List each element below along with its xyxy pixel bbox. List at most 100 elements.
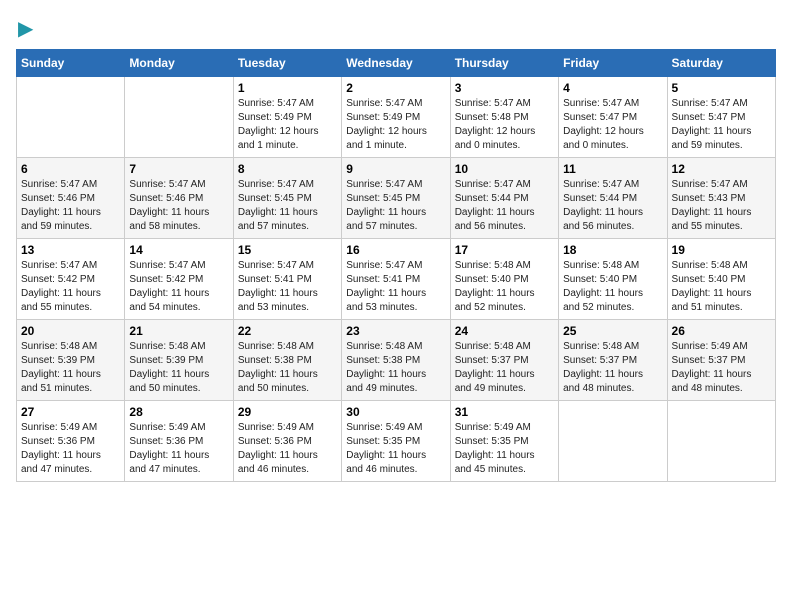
day-info: Sunrise: 5:48 AM Sunset: 5:40 PM Dayligh… xyxy=(672,259,771,315)
page-header: ▶ xyxy=(16,16,776,37)
day-info: Sunrise: 5:47 AM Sunset: 5:47 PM Dayligh… xyxy=(672,97,771,153)
day-number: 26 xyxy=(672,324,771,338)
day-number: 10 xyxy=(455,162,554,176)
day-info: Sunrise: 5:49 AM Sunset: 5:36 PM Dayligh… xyxy=(21,421,120,477)
calendar-cell: 9 Sunrise: 5:47 AM Sunset: 5:45 PM Daylig… xyxy=(342,158,450,239)
day-info: Sunrise: 5:47 AM Sunset: 5:41 PM Dayligh… xyxy=(238,259,337,315)
calendar-cell xyxy=(559,401,667,482)
calendar-table: SundayMondayTuesdayWednesdayThursdayFrid… xyxy=(16,49,776,482)
calendar-cell xyxy=(667,401,775,482)
day-number: 17 xyxy=(455,243,554,257)
week-row-2: 13 Sunrise: 5:47 AM Sunset: 5:42 PM Dayli… xyxy=(17,239,776,320)
day-info: Sunrise: 5:49 AM Sunset: 5:35 PM Dayligh… xyxy=(346,421,445,477)
calendar-cell: 22 Sunrise: 5:48 AM Sunset: 5:38 PM Dayli… xyxy=(233,320,341,401)
day-number: 3 xyxy=(455,81,554,95)
calendar-cell: 10Sunrise: 5:47 AM Sunset: 5:44 PM Dayli… xyxy=(450,158,558,239)
day-info: Sunrise: 5:48 AM Sunset: 5:39 PM Dayligh… xyxy=(21,340,120,396)
day-number: 23 xyxy=(346,324,445,338)
calendar-cell: 16 Sunrise: 5:47 AM Sunset: 5:41 PM Dayli… xyxy=(342,239,450,320)
day-info: Sunrise: 5:49 AM Sunset: 5:36 PM Dayligh… xyxy=(129,421,228,477)
calendar-body: 1Sunrise: 5:47 AM Sunset: 5:49 PM Daylig… xyxy=(17,77,776,482)
calendar-cell: 4 Sunrise: 5:47 AM Sunset: 5:47 PM Daylig… xyxy=(559,77,667,158)
calendar-cell: 15 Sunrise: 5:47 AM Sunset: 5:41 PM Dayli… xyxy=(233,239,341,320)
calendar-cell: 29 Sunrise: 5:49 AM Sunset: 5:36 PM Dayli… xyxy=(233,401,341,482)
day-number: 27 xyxy=(21,405,120,419)
day-number: 30 xyxy=(346,405,445,419)
calendar-cell xyxy=(17,77,125,158)
calendar-cell: 13 Sunrise: 5:47 AM Sunset: 5:42 PM Dayli… xyxy=(17,239,125,320)
day-number: 19 xyxy=(672,243,771,257)
day-number: 22 xyxy=(238,324,337,338)
calendar-cell: 24Sunrise: 5:48 AM Sunset: 5:37 PM Dayli… xyxy=(450,320,558,401)
day-info: Sunrise: 5:47 AM Sunset: 5:45 PM Dayligh… xyxy=(346,178,445,234)
calendar-cell xyxy=(125,77,233,158)
week-row-1: 6 Sunrise: 5:47 AM Sunset: 5:46 PM Daylig… xyxy=(17,158,776,239)
day-number: 15 xyxy=(238,243,337,257)
calendar-cell: 23 Sunrise: 5:48 AM Sunset: 5:38 PM Dayli… xyxy=(342,320,450,401)
day-number: 18 xyxy=(563,243,662,257)
day-header-tuesday: Tuesday xyxy=(233,50,341,77)
day-number: 4 xyxy=(563,81,662,95)
day-number: 14 xyxy=(129,243,228,257)
day-info: Sunrise: 5:48 AM Sunset: 5:40 PM Dayligh… xyxy=(455,259,554,315)
day-info: Sunrise: 5:49 AM Sunset: 5:36 PM Dayligh… xyxy=(238,421,337,477)
day-info: Sunrise: 5:47 AM Sunset: 5:42 PM Dayligh… xyxy=(129,259,228,315)
calendar-cell: 21 Sunrise: 5:48 AM Sunset: 5:39 PM Dayli… xyxy=(125,320,233,401)
day-number: 5 xyxy=(672,81,771,95)
day-number: 9 xyxy=(346,162,445,176)
week-row-3: 20 Sunrise: 5:48 AM Sunset: 5:39 PM Dayli… xyxy=(17,320,776,401)
day-info: Sunrise: 5:48 AM Sunset: 5:39 PM Dayligh… xyxy=(129,340,228,396)
day-number: 8 xyxy=(238,162,337,176)
day-number: 16 xyxy=(346,243,445,257)
day-info: Sunrise: 5:47 AM Sunset: 5:41 PM Dayligh… xyxy=(346,259,445,315)
day-info: Sunrise: 5:47 AM Sunset: 5:49 PM Dayligh… xyxy=(346,97,445,153)
day-header-saturday: Saturday xyxy=(667,50,775,77)
day-number: 29 xyxy=(238,405,337,419)
calendar-cell: 2Sunrise: 5:47 AM Sunset: 5:49 PM Daylig… xyxy=(342,77,450,158)
calendar-cell: 28 Sunrise: 5:49 AM Sunset: 5:36 PM Dayli… xyxy=(125,401,233,482)
calendar-cell: 17 Sunrise: 5:48 AM Sunset: 5:40 PM Dayli… xyxy=(450,239,558,320)
calendar-cell: 27 Sunrise: 5:49 AM Sunset: 5:36 PM Dayli… xyxy=(17,401,125,482)
day-info: Sunrise: 5:48 AM Sunset: 5:38 PM Dayligh… xyxy=(238,340,337,396)
calendar-cell: 30 Sunrise: 5:49 AM Sunset: 5:35 PM Dayli… xyxy=(342,401,450,482)
week-row-4: 27 Sunrise: 5:49 AM Sunset: 5:36 PM Dayli… xyxy=(17,401,776,482)
calendar-cell: 11 Sunrise: 5:47 AM Sunset: 5:44 PM Dayli… xyxy=(559,158,667,239)
day-number: 12 xyxy=(672,162,771,176)
calendar-header-row: SundayMondayTuesdayWednesdayThursdayFrid… xyxy=(17,50,776,77)
day-header-wednesday: Wednesday xyxy=(342,50,450,77)
calendar-cell: 25 Sunrise: 5:48 AM Sunset: 5:37 PM Dayli… xyxy=(559,320,667,401)
calendar-cell: 8 Sunrise: 5:47 AM Sunset: 5:45 PM Daylig… xyxy=(233,158,341,239)
calendar-cell: 1Sunrise: 5:47 AM Sunset: 5:49 PM Daylig… xyxy=(233,77,341,158)
day-info: Sunrise: 5:47 AM Sunset: 5:45 PM Dayligh… xyxy=(238,178,337,234)
day-info: Sunrise: 5:48 AM Sunset: 5:37 PM Dayligh… xyxy=(563,340,662,396)
day-header-monday: Monday xyxy=(125,50,233,77)
day-number: 13 xyxy=(21,243,120,257)
logo: ▶ xyxy=(16,16,33,37)
day-number: 24 xyxy=(455,324,554,338)
calendar-cell: 31Sunrise: 5:49 AM Sunset: 5:35 PM Dayli… xyxy=(450,401,558,482)
day-info: Sunrise: 5:47 AM Sunset: 5:43 PM Dayligh… xyxy=(672,178,771,234)
day-info: Sunrise: 5:47 AM Sunset: 5:42 PM Dayligh… xyxy=(21,259,120,315)
day-info: Sunrise: 5:48 AM Sunset: 5:38 PM Dayligh… xyxy=(346,340,445,396)
calendar-cell: 7 Sunrise: 5:47 AM Sunset: 5:46 PM Daylig… xyxy=(125,158,233,239)
calendar-cell: 3 Sunrise: 5:47 AM Sunset: 5:48 PM Daylig… xyxy=(450,77,558,158)
day-info: Sunrise: 5:47 AM Sunset: 5:47 PM Dayligh… xyxy=(563,97,662,153)
day-info: Sunrise: 5:47 AM Sunset: 5:46 PM Dayligh… xyxy=(129,178,228,234)
day-header-sunday: Sunday xyxy=(17,50,125,77)
calendar-cell: 26 Sunrise: 5:49 AM Sunset: 5:37 PM Dayli… xyxy=(667,320,775,401)
day-info: Sunrise: 5:47 AM Sunset: 5:48 PM Dayligh… xyxy=(455,97,554,153)
day-info: Sunrise: 5:47 AM Sunset: 5:44 PM Dayligh… xyxy=(563,178,662,234)
day-number: 25 xyxy=(563,324,662,338)
day-header-thursday: Thursday xyxy=(450,50,558,77)
calendar-cell: 12 Sunrise: 5:47 AM Sunset: 5:43 PM Dayli… xyxy=(667,158,775,239)
calendar-cell: 19 Sunrise: 5:48 AM Sunset: 5:40 PM Dayli… xyxy=(667,239,775,320)
day-info: Sunrise: 5:47 AM Sunset: 5:49 PM Dayligh… xyxy=(238,97,337,153)
day-number: 7 xyxy=(129,162,228,176)
day-number: 20 xyxy=(21,324,120,338)
day-info: Sunrise: 5:48 AM Sunset: 5:40 PM Dayligh… xyxy=(563,259,662,315)
day-number: 28 xyxy=(129,405,228,419)
day-number: 6 xyxy=(21,162,120,176)
day-number: 11 xyxy=(563,162,662,176)
day-number: 21 xyxy=(129,324,228,338)
day-info: Sunrise: 5:49 AM Sunset: 5:37 PM Dayligh… xyxy=(672,340,771,396)
